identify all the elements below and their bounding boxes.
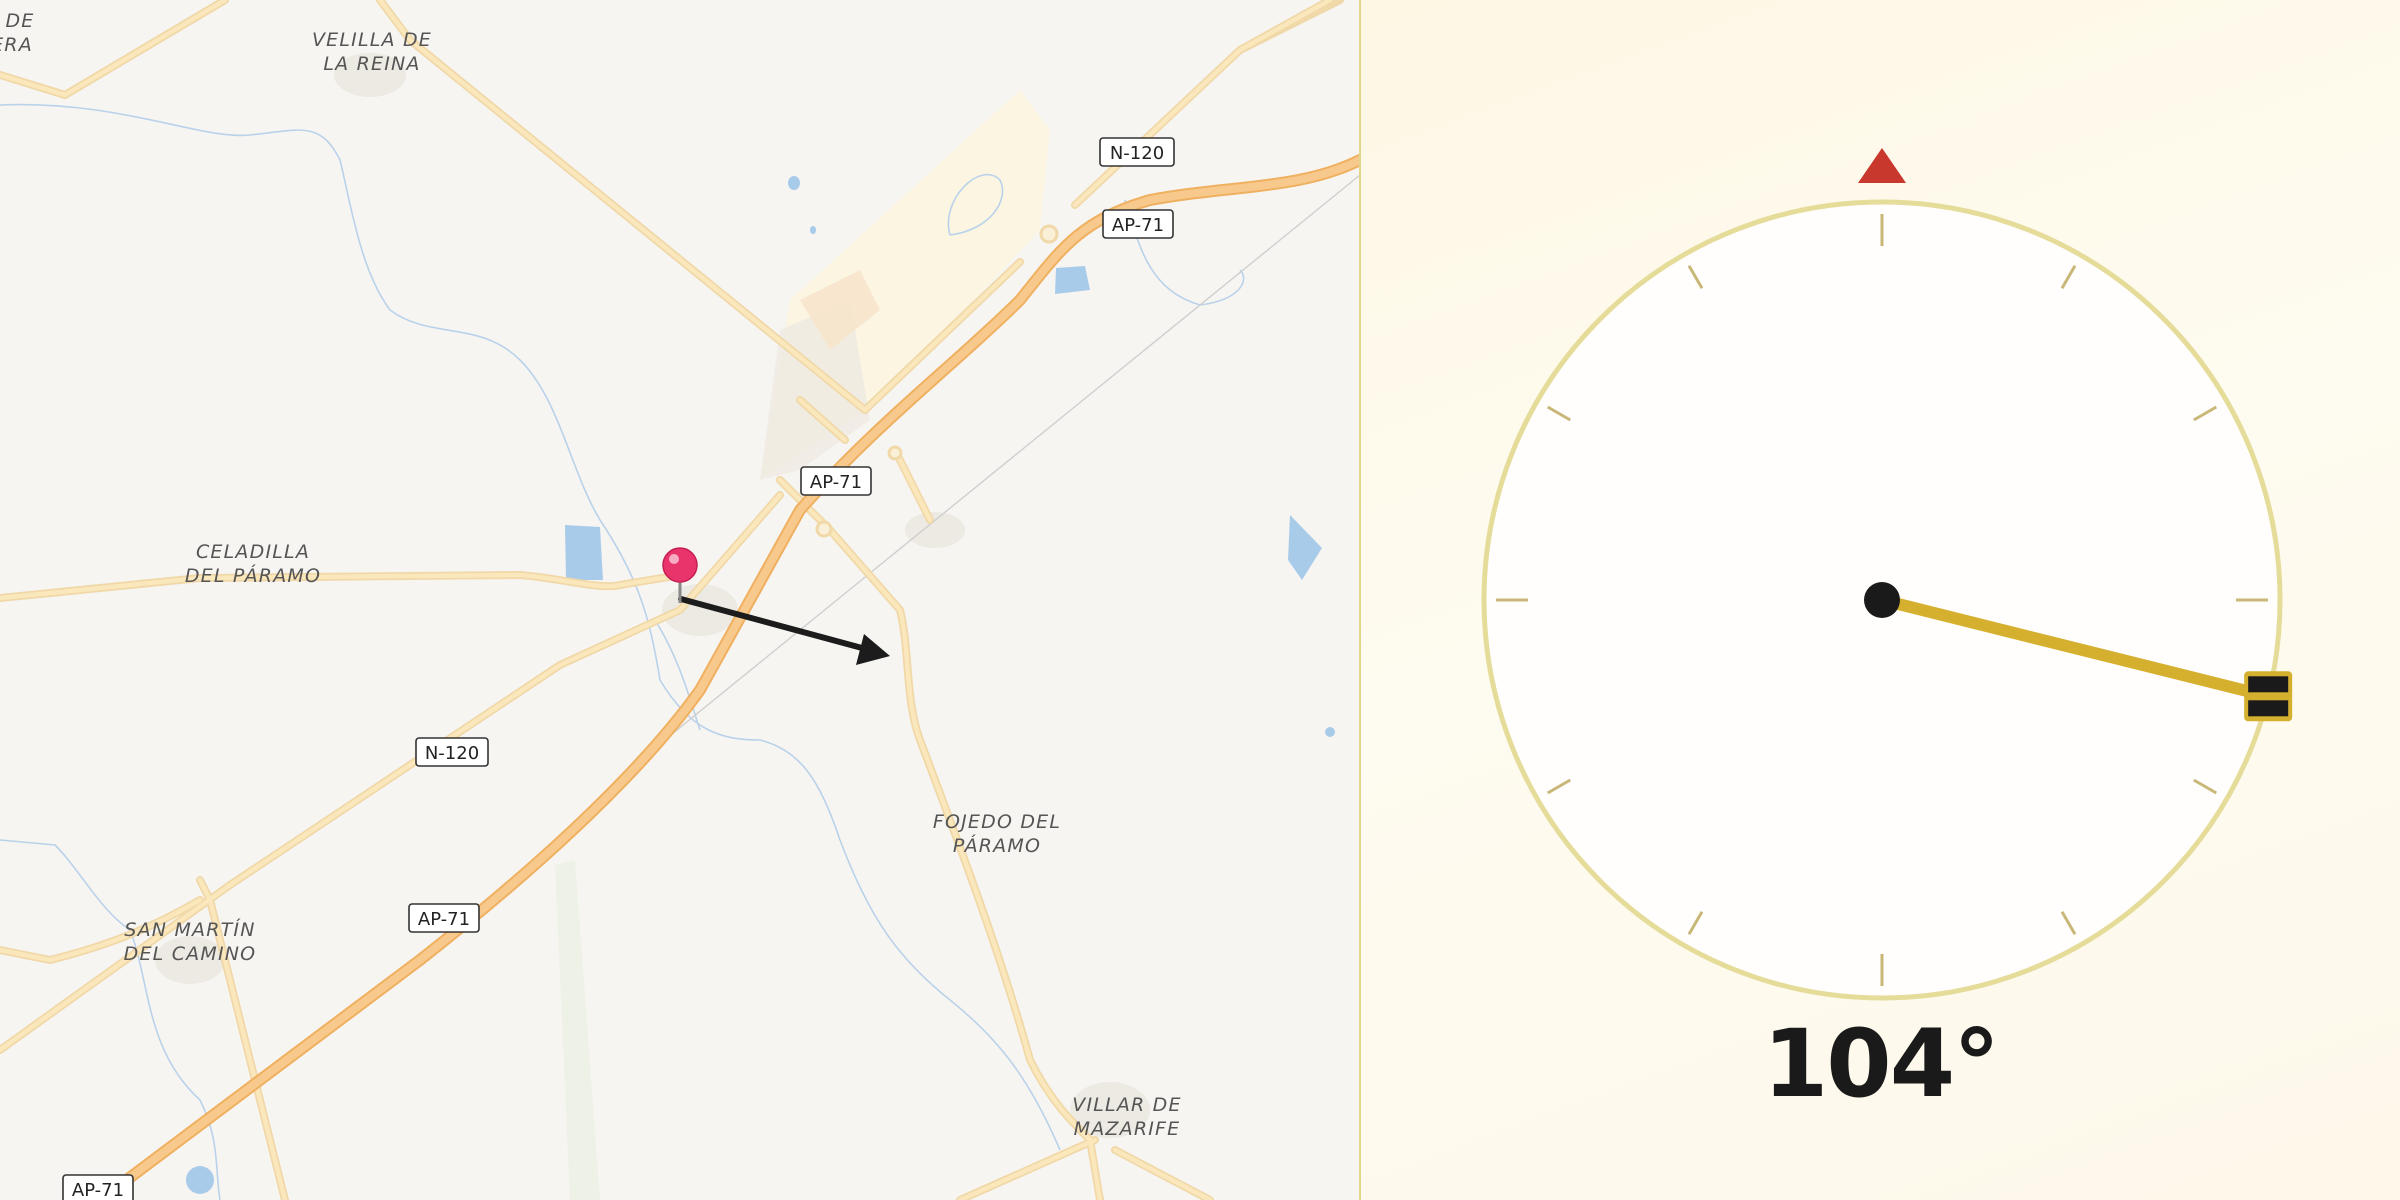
svg-text:VELILLA DE: VELILLA DE	[312, 29, 432, 51]
svg-text:FOJEDO DEL: FOJEDO DEL	[933, 811, 1061, 833]
place-label-edge: DE ERA	[0, 10, 34, 56]
north-marker-icon	[1858, 148, 1906, 183]
compass-panel: 104°	[1361, 0, 2400, 1200]
svg-text:CELADILLA: CELADILLA	[196, 541, 310, 563]
svg-text:N-120: N-120	[425, 743, 479, 764]
svg-text:DEL PÁRAMO: DEL PÁRAMO	[185, 564, 321, 587]
svg-text:AP-71: AP-71	[72, 1180, 124, 1200]
svg-text:VILLAR DE: VILLAR DE	[1072, 1094, 1181, 1116]
road-shield: AP-71	[800, 466, 872, 496]
svg-text:SAN MARTÍN: SAN MARTÍN	[124, 918, 255, 941]
place-label-celadilla-del-paramo: CELADILLA DEL PÁRAMO	[185, 541, 321, 587]
svg-text:N-120: N-120	[1110, 143, 1164, 164]
road-shield: N-120	[1099, 137, 1175, 167]
place-label-velilla-de-la-reina: VELILLA DE LA REINA	[312, 29, 432, 75]
settlement-area	[905, 512, 965, 548]
needle-handle-icon[interactable]	[2244, 671, 2293, 722]
svg-text:LA REINA: LA REINA	[323, 53, 420, 75]
road-shield: AP-71	[1102, 209, 1174, 239]
road-shield: AP-71	[62, 1174, 134, 1200]
svg-text:AP-71: AP-71	[418, 909, 470, 930]
heading-readout: 104°	[1762, 1010, 2000, 1119]
map-canvas[interactable]: N-120 AP-71 AP-71 N-120 AP-71 AP-71 DE E…	[0, 0, 1360, 1200]
svg-text:DEL CAMINO: DEL CAMINO	[124, 943, 257, 965]
map-view[interactable]: N-120 AP-71 AP-71 N-120 AP-71 AP-71 DE E…	[0, 0, 1360, 1200]
svg-text:DE: DE	[5, 10, 34, 32]
road-shield: N-120	[415, 737, 489, 767]
compass-pivot	[1864, 582, 1900, 618]
landuse-area	[555, 860, 600, 1200]
road-shield: AP-71	[408, 903, 480, 933]
svg-text:MAZARIFE: MAZARIFE	[1074, 1118, 1181, 1140]
svg-text:AP-71: AP-71	[810, 472, 862, 493]
svg-text:AP-71: AP-71	[1112, 215, 1164, 236]
svg-text:PÁRAMO: PÁRAMO	[953, 834, 1041, 857]
svg-text:ERA: ERA	[0, 34, 33, 56]
